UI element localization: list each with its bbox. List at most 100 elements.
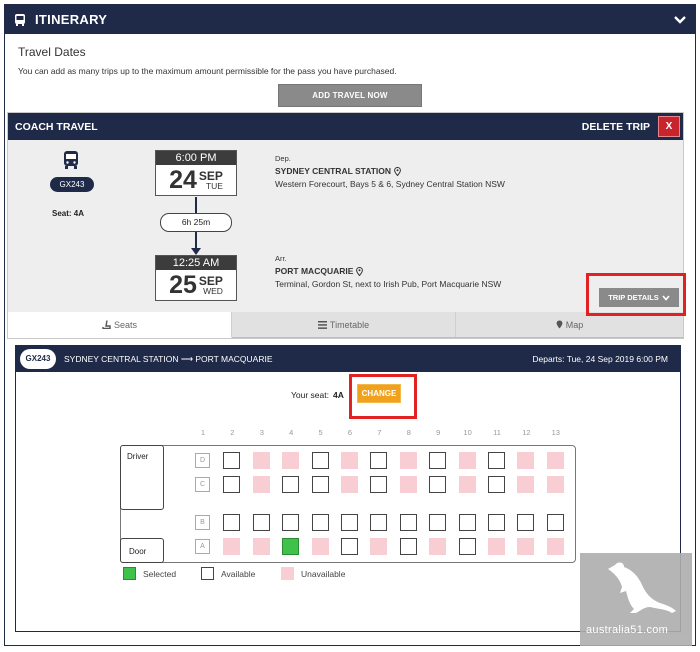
departure-stop: Dep. SYDNEY CENTRAL STATION Western Fore…	[275, 154, 505, 189]
seat-unavailable	[252, 476, 270, 493]
seat-available[interactable]	[429, 514, 447, 531]
arrival-tag: Arr.	[275, 254, 287, 263]
seat-column-number: 10	[463, 428, 472, 437]
coach-travel-header: COACH TRAVEL DELETE TRIP X	[8, 113, 683, 140]
seat-available[interactable]	[223, 476, 241, 493]
seat-unavailable	[546, 538, 564, 555]
seat-unavailable	[252, 452, 270, 469]
departure-month: SEP	[198, 168, 223, 183]
departure-tag: Dep.	[275, 154, 291, 163]
seat-unavailable	[399, 452, 417, 469]
seat-row-label: D	[195, 453, 210, 468]
add-travel-button[interactable]: ADD TRAVEL NOW	[278, 84, 422, 107]
seat-column-number: 12	[522, 428, 531, 437]
trip-duration: 6h 25m	[160, 213, 232, 232]
map-pin-icon	[556, 320, 563, 329]
itinerary-header[interactable]: ITINERARY	[5, 5, 695, 34]
seat-available[interactable]	[311, 514, 329, 531]
tab-seats[interactable]: Seats	[8, 312, 232, 338]
tab-timetable[interactable]: Timetable	[232, 312, 456, 337]
delete-trip-button[interactable]: X	[658, 116, 680, 137]
timeline-arrow-icon	[191, 248, 201, 255]
your-seat-label: Your seat:	[291, 390, 329, 400]
seat-column-number: 7	[377, 428, 382, 437]
seat-row-label: B	[195, 515, 210, 530]
seat-available[interactable]	[311, 476, 329, 493]
seat-unavailable	[546, 476, 564, 493]
trip-tabs: Seats Timetable Map	[8, 312, 683, 338]
arrival-station: PORT MACQUARIE	[275, 266, 354, 276]
seat-unavailable	[223, 538, 241, 555]
seat-unavailable	[458, 452, 476, 469]
your-seat: Your seat: 4A	[291, 390, 344, 400]
trip-summary: GX243 Seat: 4A 6:00 PM 24 SEP TUE 6h 25m …	[8, 140, 683, 312]
arrival-day: 25	[169, 270, 197, 299]
bus-icon	[64, 151, 78, 169]
seat-unavailable	[546, 452, 564, 469]
seat-available[interactable]	[282, 514, 300, 531]
seat-available[interactable]	[458, 514, 476, 531]
seat-available[interactable]	[399, 538, 417, 555]
seat-available[interactable]	[341, 538, 358, 555]
departure-station: SYDNEY CENTRAL STATION	[275, 166, 392, 176]
seat-column-number: 13	[551, 428, 560, 437]
seat-unavailable	[399, 476, 417, 493]
travel-dates-heading: Travel Dates	[18, 45, 86, 59]
seat-available[interactable]	[546, 514, 564, 531]
seat-column-number: 6	[347, 428, 353, 437]
route-code-badge: GX243	[20, 349, 56, 369]
seat-available[interactable]	[223, 514, 241, 531]
seat-available[interactable]	[282, 476, 300, 493]
driver-area: Driver	[120, 445, 164, 510]
seat-available[interactable]	[341, 514, 358, 531]
coach-travel-card: COACH TRAVEL DELETE TRIP X GX243 Seat: 4…	[7, 112, 684, 339]
seat-unavailable	[488, 538, 505, 555]
route-header: GX243 SYDNEY CENTRAL STATION ⟶ PORT MACQ…	[16, 346, 680, 372]
arrival-time-box: 12:25 AM 25 SEP WED	[155, 255, 237, 301]
legend-unavailable: Unavailable	[281, 567, 345, 580]
seat-unavailable	[429, 538, 447, 555]
tab-map-label: Map	[565, 319, 584, 330]
legend-available-swatch	[201, 567, 214, 580]
seat-number-label: Seat: 4A	[52, 209, 85, 218]
seat-row-label: C	[195, 477, 210, 492]
seat-unavailable	[517, 476, 535, 493]
seat-available[interactable]	[399, 514, 417, 531]
seat-unavailable	[517, 452, 535, 469]
chevron-down-icon[interactable]	[673, 13, 687, 27]
list-icon	[317, 320, 327, 329]
seat-selected[interactable]	[282, 538, 300, 555]
seat-available[interactable]	[370, 452, 388, 469]
seat-available[interactable]	[429, 452, 447, 469]
departure-weekday: TUE	[205, 180, 223, 191]
seat-available[interactable]	[488, 514, 505, 531]
seat-available[interactable]	[370, 514, 388, 531]
coach-travel-title: COACH TRAVEL	[15, 120, 98, 133]
bus-icon	[15, 13, 25, 26]
seat-available[interactable]	[252, 514, 270, 531]
seat-unavailable	[341, 452, 358, 469]
arrival-month: SEP	[198, 273, 223, 288]
seat-available[interactable]	[517, 514, 535, 531]
seat-available[interactable]	[223, 452, 241, 469]
seat-unavailable	[370, 538, 388, 555]
delete-trip-label[interactable]: DELETE TRIP	[582, 121, 650, 133]
route-departs: Departs: Tue, 24 Sep 2019 6:00 PM	[532, 354, 668, 364]
seat-available[interactable]	[429, 476, 447, 493]
seat-column-number: 11	[493, 428, 501, 437]
map-pin-icon	[356, 266, 364, 276]
travel-dates-section: Travel Dates You can add as many trips u…	[5, 34, 695, 107]
legend-available: Available	[201, 567, 255, 580]
departure-address: Western Forecourt, Bays 5 & 6, Sydney Ce…	[275, 179, 505, 189]
seat-available[interactable]	[458, 538, 476, 555]
route-title: SYDNEY CENTRAL STATION ⟶ PORT MACQUARIE	[64, 353, 273, 364]
seat-column-number: 8	[406, 428, 411, 437]
seat-available[interactable]	[488, 452, 505, 469]
seat-available[interactable]	[311, 452, 329, 469]
seat-available[interactable]	[370, 476, 388, 493]
seat-column-number: 4	[289, 428, 294, 437]
seat-available[interactable]	[488, 476, 505, 493]
departure-time-box: 6:00 PM 24 SEP TUE	[155, 150, 237, 196]
seat-unavailable	[341, 476, 358, 493]
seat-column-number: 9	[436, 428, 441, 437]
